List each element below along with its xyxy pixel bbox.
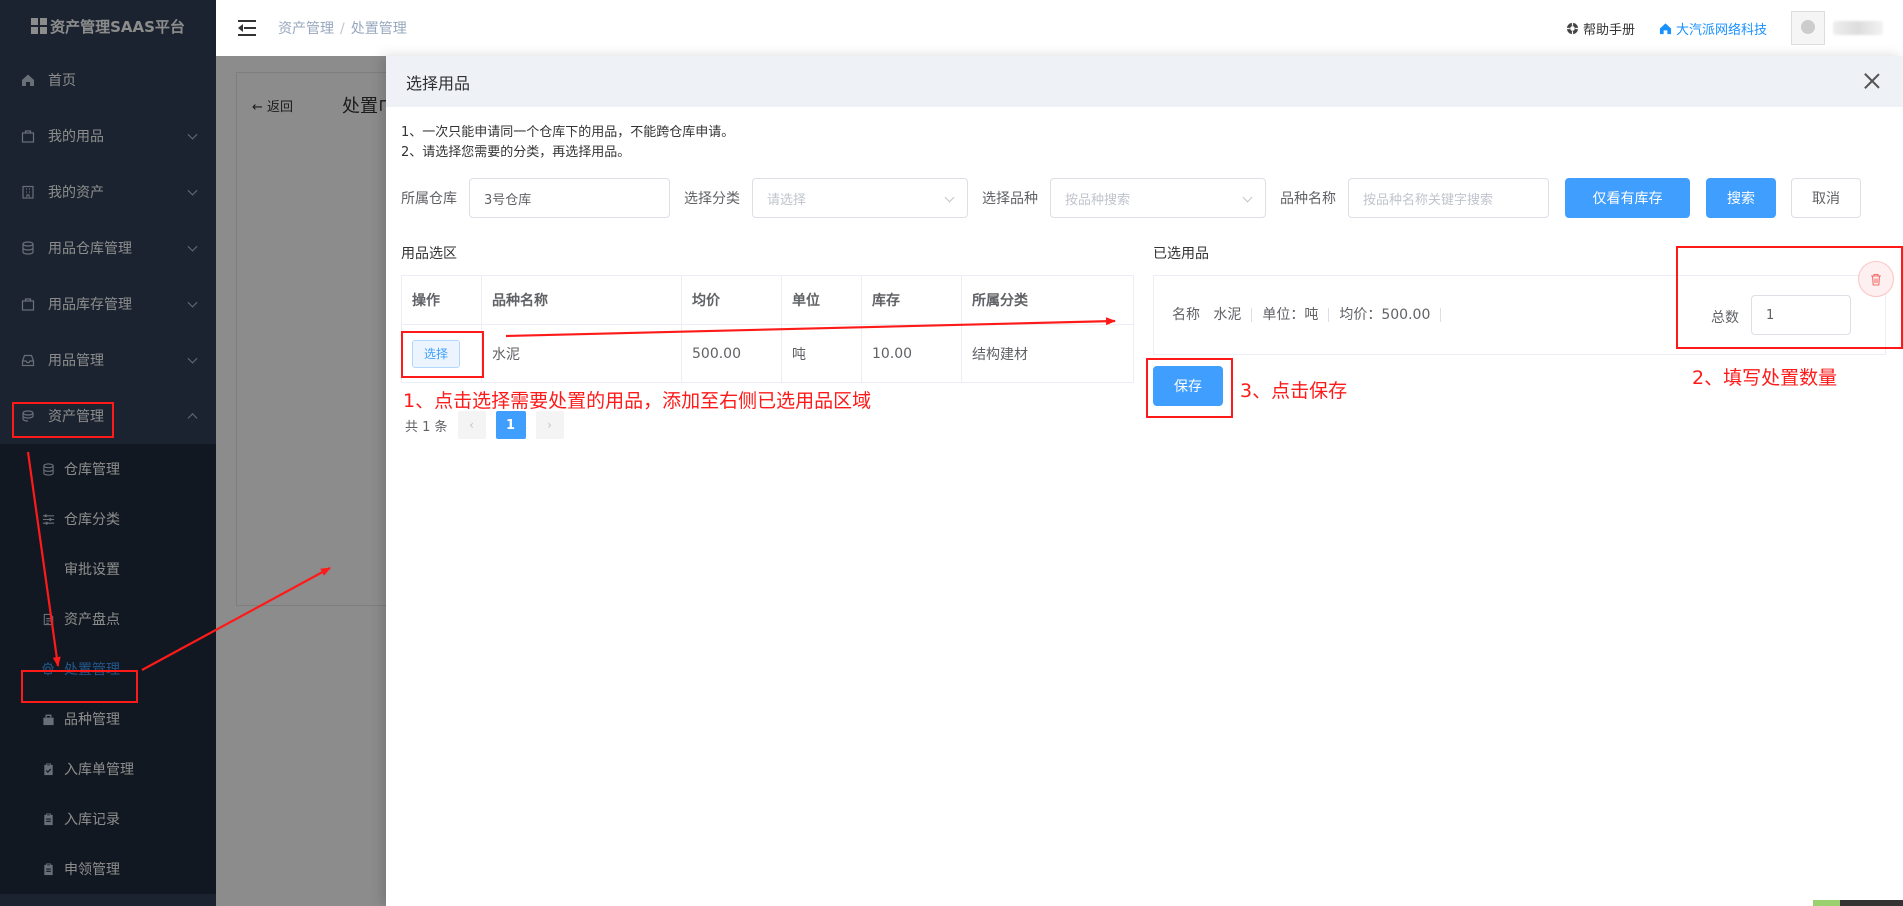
top-navbar: 资产管理 / 处置管理 帮助手册 大汽派网络科技 [216, 0, 1903, 56]
drawer-tips: 1、一次只能申请同一个仓库下的用品，不能跨仓库申请。 2、请选择您需要的分类，再… [401, 123, 734, 163]
breadcrumb-item: 处置管理 [350, 21, 407, 37]
breadcrumb-separator: / [340, 21, 345, 37]
name-placeholder: 按品种名称关键字搜索 [1363, 192, 1494, 208]
close-icon[interactable] [1863, 72, 1881, 90]
selected-section-title: 已选用品 [1153, 246, 1209, 262]
annotation-step3: 3、点击保存 [1240, 380, 1348, 402]
pick-section-title: 用品选区 [401, 246, 457, 262]
company-link[interactable]: 大汽派网络科技 [1659, 19, 1767, 38]
annotation-step2: 2、填写处置数量 [1692, 367, 1838, 389]
cancel-button[interactable]: 取消 [1791, 178, 1861, 218]
selected-unit: 单位：吨 [1252, 308, 1330, 322]
pagination: 共 1 条 ‹ 1 › [405, 411, 564, 439]
company-label: 大汽派网络科技 [1675, 22, 1767, 38]
menu-toggle-icon[interactable] [238, 20, 258, 36]
variety-label: 选择品种 [982, 191, 1038, 207]
column-header: 品种名称 [482, 276, 682, 324]
table-header-row: 操作 品种名称 均价 单位 库存 所属分类 [402, 276, 1133, 325]
category-label: 选择分类 [684, 191, 740, 207]
column-header: 操作 [402, 276, 482, 324]
column-header: 单位 [782, 276, 862, 324]
tip-line: 1、一次只能申请同一个仓库下的用品，不能跨仓库申请。 [401, 125, 735, 140]
user-name-blurred [1833, 21, 1883, 35]
modal-overlay-sidebar [0, 0, 216, 906]
chevron-down-icon [1242, 192, 1253, 203]
table-row: 选择 水泥 500.00 吨 10.00 结构建材 [402, 325, 1133, 382]
table-cell: 结构建材 [972, 346, 1028, 363]
annotation-box-disposal-menu [21, 670, 138, 703]
avatar [1791, 11, 1825, 45]
category-select[interactable]: 请选择 [752, 178, 968, 218]
modal-overlay[interactable] [216, 56, 386, 906]
warehouse-label: 所属仓库 [401, 191, 457, 207]
name-label: 品种名称 [1280, 191, 1336, 207]
annotation-box-asset-menu [12, 402, 114, 438]
corner-decoration [1813, 900, 1903, 906]
supplies-table: 操作 品种名称 均价 单位 库存 所属分类 选择 水泥 500.00 吨 10.… [401, 275, 1134, 383]
help-manual-link[interactable]: 帮助手册 [1566, 19, 1635, 38]
prev-page-icon[interactable]: ‹ [457, 411, 486, 439]
selected-name-value: 水泥 [1213, 307, 1242, 323]
annotation-box-quantity [1676, 246, 1903, 349]
user-menu[interactable] [1791, 11, 1883, 45]
help-manual-label: 帮助手册 [1582, 22, 1635, 38]
column-header: 均价 [682, 276, 782, 324]
selected-price: 均价：500.00 [1329, 308, 1442, 322]
warehouse-input[interactable]: 3号仓库 [469, 178, 670, 218]
breadcrumb: 资产管理 / 处置管理 [278, 18, 407, 38]
search-button[interactable]: 搜索 [1706, 178, 1776, 218]
drawer-header: 选择用品 [386, 56, 1903, 107]
selected-name-label: 名称 [1172, 307, 1200, 323]
column-header: 所属分类 [972, 293, 1028, 309]
column-header: 库存 [862, 276, 962, 324]
filter-row: 所属仓库 3号仓库 选择分类 请选择 选择品种 按品种搜索 品种名称 按品种名称… [401, 178, 1861, 218]
next-page-icon[interactable]: › [535, 411, 564, 439]
home-icon [1659, 22, 1672, 34]
select-supplies-drawer: 选择用品 1、一次只能申请同一个仓库下的用品，不能跨仓库申请。 2、请选择您需要… [386, 56, 1903, 906]
breadcrumb-item[interactable]: 资产管理 [278, 21, 334, 37]
name-search-input[interactable]: 按品种名称关键字搜索 [1348, 178, 1549, 218]
category-placeholder: 请选择 [767, 192, 807, 208]
variety-select[interactable]: 按品种搜索 [1050, 178, 1266, 218]
table-cell: 10.00 [862, 325, 962, 382]
tip-line: 2、请选择您需要的分类，再选择用品。 [401, 145, 631, 160]
table-cell: 500.00 [682, 325, 782, 382]
selected-name: 名称 水泥 [1154, 307, 1253, 323]
annotation-box-choose [401, 331, 484, 378]
pagination-total: 共 1 条 [405, 419, 448, 435]
navbar-right: 帮助手册 大汽派网络科技 [1566, 0, 1883, 56]
page-number[interactable]: 1 [495, 411, 526, 439]
drawer-title: 选择用品 [406, 73, 471, 93]
variety-placeholder: 按品种搜索 [1065, 192, 1131, 208]
table-cell: 吨 [782, 325, 862, 382]
annotation-step1: 1、点击选择需要处置的用品，添加至右侧已选用品区域 [403, 390, 872, 412]
in-stock-only-button[interactable]: 仅看有库存 [1565, 178, 1690, 218]
warehouse-value: 3号仓库 [484, 192, 532, 208]
annotation-box-save [1146, 358, 1233, 418]
chevron-down-icon [944, 192, 955, 203]
help-icon [1566, 22, 1579, 34]
table-cell: 水泥 [482, 325, 682, 382]
